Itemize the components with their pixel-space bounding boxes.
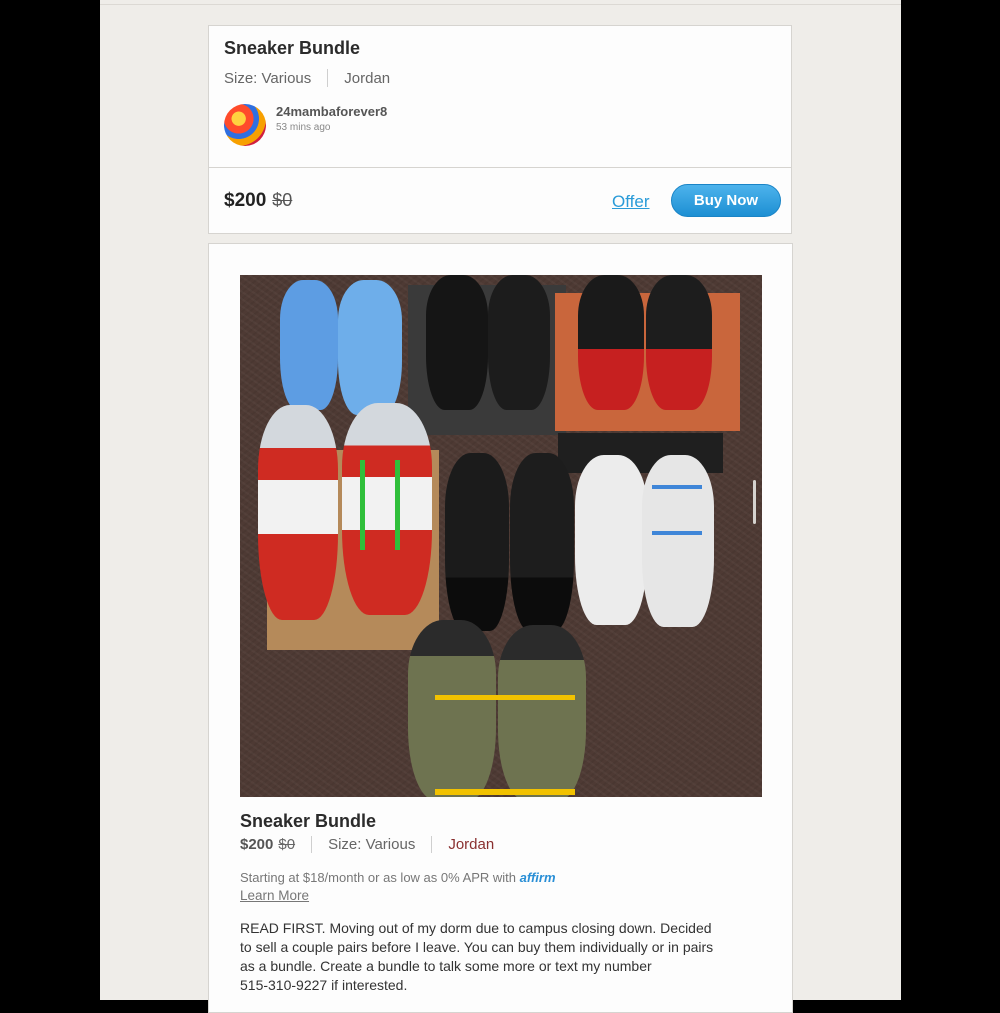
listing-photo[interactable] — [240, 275, 762, 797]
offer-button[interactable]: Offer — [612, 192, 649, 212]
seller-info: 24mambaforever8 53 mins ago — [276, 104, 387, 133]
listing-description: READ FIRST. Moving out of my dorm due to… — [240, 920, 714, 993]
shoe-concord-right — [510, 453, 574, 631]
listing-title: Sneaker Bundle — [224, 38, 361, 58]
seller-avatar[interactable] — [224, 104, 266, 146]
brand-link[interactable]: Jordan — [344, 70, 390, 87]
seller-username[interactable]: 24mambaforever8 — [276, 104, 387, 119]
detail-meta: $200 $0 Size: Various Jordan — [240, 836, 494, 853]
posted-time: 53 mins ago — [276, 122, 331, 133]
listing-meta: Size: Various Jordan — [224, 69, 390, 87]
detail-title: Sneaker Bundle — [240, 811, 377, 831]
shoe-black-gold-left — [426, 275, 488, 410]
detail-original-price: $0 — [278, 836, 296, 853]
original-price: $0 — [272, 190, 293, 210]
detail-price: $200 — [240, 836, 274, 853]
financing-label: Starting at $18/month or as low as 0% AP… — [240, 870, 517, 885]
shoe-red-black-left — [578, 275, 644, 410]
shoe-red-black-right — [646, 275, 712, 410]
listing-header-card: Sneaker Bundle Size: Various Jordan 24ma… — [208, 25, 792, 167]
shoe-concord-left — [445, 453, 509, 631]
learn-more-link[interactable]: Learn More — [240, 888, 309, 903]
price-bar: $200 $0 Offer Buy Now — [208, 167, 792, 234]
shoe-white-right — [642, 455, 714, 627]
shoe-blue-right — [338, 280, 402, 415]
financing-text: Starting at $18/month or as low as 0% AP… — [240, 870, 556, 885]
current-price: $200 — [224, 190, 267, 211]
detail-size: Size: Various — [328, 836, 416, 853]
lace-green — [360, 460, 400, 550]
divider — [327, 69, 329, 87]
shoe-blue-left — [280, 280, 338, 410]
shoe-black-gold-right — [488, 275, 550, 410]
shoe-chicago-left — [258, 405, 338, 620]
divider — [100, 4, 901, 5]
affirm-logo: affirm — [519, 870, 556, 885]
price-row: $200 $0 — [224, 190, 292, 212]
buy-now-button[interactable]: Buy Now — [671, 184, 781, 217]
scrollbar-thumb[interactable] — [753, 480, 756, 524]
detail-brand-link[interactable]: Jordan — [448, 836, 494, 853]
divider — [311, 836, 313, 853]
shoe-white-left — [575, 455, 647, 625]
lace-yellow — [435, 695, 575, 795]
size-label: Size: Various — [224, 69, 312, 87]
lace-blue — [652, 485, 702, 535]
divider — [431, 836, 433, 853]
listing-detail-card: Sneaker Bundle $200 $0 Size: Various Jor… — [208, 243, 793, 1013]
